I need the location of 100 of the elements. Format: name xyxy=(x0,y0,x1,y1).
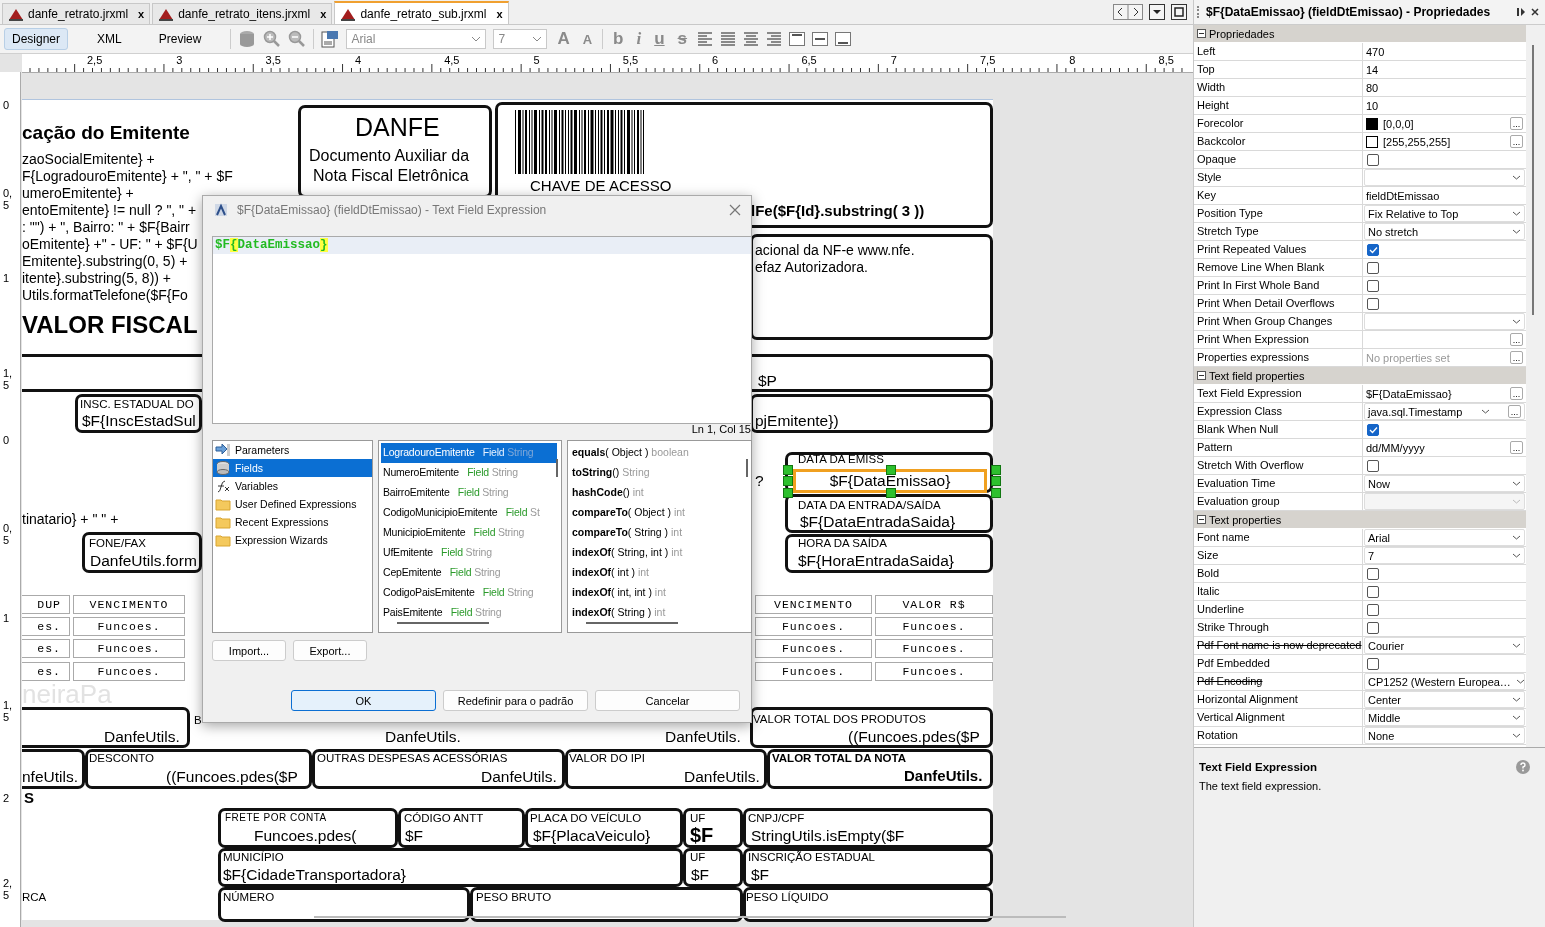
ellipsis-button[interactable]: ... xyxy=(1510,117,1523,130)
property-field[interactable]: dd/MM/yyyy ... xyxy=(1363,439,1526,456)
dialog-button[interactable]: Import... xyxy=(212,640,286,661)
ellipsis-button[interactable]: ... xyxy=(1510,387,1523,400)
close-tab-button[interactable]: x xyxy=(496,7,503,20)
checkbox[interactable] xyxy=(1367,243,1379,256)
align-icon[interactable] xyxy=(743,32,760,46)
scrollbar[interactable] xyxy=(586,622,678,624)
view-tab[interactable]: XML xyxy=(89,28,130,50)
category-item[interactable]: Fields xyxy=(213,459,372,477)
ellipsis-button[interactable]: ... xyxy=(1510,135,1523,148)
property-field[interactable]: 470 xyxy=(1363,43,1526,60)
font-size-field[interactable]: 7 xyxy=(493,29,548,49)
scrollbar[interactable] xyxy=(746,459,748,477)
scrollbar[interactable] xyxy=(556,459,558,477)
property-field[interactable]: ... xyxy=(1363,331,1526,348)
field-item[interactable]: UfEmitente Field String xyxy=(381,543,557,563)
ellipsis-button[interactable]: ... xyxy=(1508,405,1521,418)
property-field[interactable]: [0,0,0] ... xyxy=(1363,115,1526,132)
view-tab[interactable]: Designer xyxy=(4,28,69,50)
vertical-align-icon[interactable] xyxy=(835,32,852,46)
minimize-panel-icon[interactable] xyxy=(1516,7,1526,17)
method-item[interactable]: compareTo( Object ) int xyxy=(570,503,738,523)
dialog-button[interactable]: OK xyxy=(291,690,436,711)
category-item[interactable]: User Defined Expressions xyxy=(213,495,372,513)
dialog-button[interactable]: Redefinir para o padrão xyxy=(443,690,588,711)
dialog-button[interactable]: Cancelar xyxy=(595,690,740,711)
property-field[interactable]: [255,255,255] ... xyxy=(1363,133,1526,150)
method-item[interactable]: hashCode() int xyxy=(570,483,738,503)
checkbox[interactable] xyxy=(1367,297,1379,310)
property-field[interactable]: 14 xyxy=(1363,61,1526,78)
property-dropdown[interactable]: Middle xyxy=(1364,709,1525,726)
field-item[interactable]: PaisEmitente Field String xyxy=(381,603,557,618)
align-icon[interactable] xyxy=(697,32,714,46)
ellipsis-button[interactable]: ... xyxy=(1510,333,1523,346)
checkbox[interactable] xyxy=(1367,657,1379,670)
dropdown-icon[interactable] xyxy=(1149,4,1165,20)
field-item[interactable]: BairroEmitente Field String xyxy=(381,483,557,503)
property-field[interactable]: 80 xyxy=(1363,79,1526,96)
file-tab[interactable]: danfe_retrato.jrxml x xyxy=(2,3,151,24)
property-dropdown[interactable]: None xyxy=(1364,727,1525,744)
field-item[interactable]: NumeroEmitente Field String xyxy=(381,463,557,483)
property-field[interactable]: fieldDtEmissao xyxy=(1363,187,1526,204)
resize-handle[interactable] xyxy=(886,488,896,498)
method-item[interactable]: toString() String xyxy=(570,463,738,483)
selected-text-field[interactable]: $F{DataEmissao} xyxy=(793,469,987,493)
dialog-button[interactable]: Export... xyxy=(293,640,367,661)
property-dropdown[interactable]: CP1252 (Western Europea… xyxy=(1364,673,1525,690)
property-dropdown[interactable]: Fix Relative to Top xyxy=(1364,205,1525,222)
ellipsis-button[interactable]: ... xyxy=(1510,351,1523,364)
property-dropdown[interactable]: 7 xyxy=(1364,547,1525,564)
category-item[interactable]: Parameters xyxy=(213,441,372,459)
file-tab[interactable]: danfe_retrato_sub.jrxml x xyxy=(334,1,509,24)
checkbox[interactable] xyxy=(1367,585,1379,598)
zoom-out-icon[interactable] xyxy=(288,30,307,48)
method-item[interactable]: indexOf( String ) int xyxy=(570,603,738,618)
property-field[interactable]: No properties set ... xyxy=(1363,349,1526,366)
field-item[interactable]: CepEmitente Field String xyxy=(381,563,557,583)
checkbox[interactable] xyxy=(1367,567,1379,580)
method-item[interactable]: indexOf( int ) int xyxy=(570,563,738,583)
close-tab-button[interactable]: x xyxy=(320,8,327,20)
align-icon[interactable] xyxy=(766,32,783,46)
property-field[interactable]: 10 xyxy=(1363,97,1526,114)
method-item[interactable]: equals( Object ) boolean xyxy=(570,443,738,463)
method-item[interactable]: indexOf( int, int ) int xyxy=(570,583,738,603)
property-dropdown[interactable]: No stretch xyxy=(1364,223,1525,240)
scrollbar[interactable] xyxy=(314,916,1066,918)
checkbox[interactable] xyxy=(1367,153,1379,166)
method-item[interactable]: indexOf( String, int ) int xyxy=(570,543,738,563)
ellipsis-button[interactable]: ... xyxy=(1510,441,1523,454)
help-icon[interactable] xyxy=(1516,760,1530,774)
checkbox[interactable] xyxy=(1367,459,1379,472)
property-field[interactable]: $F{DataEmissao} ... xyxy=(1363,385,1526,402)
resize-handle[interactable] xyxy=(886,465,896,475)
checkbox[interactable] xyxy=(1367,261,1379,274)
close-icon[interactable] xyxy=(1531,8,1539,16)
field-item[interactable]: CodigoPaisEmitente Field String xyxy=(381,583,557,603)
section-header[interactable]: Text properties xyxy=(1194,511,1526,529)
close-tab-button[interactable]: x xyxy=(138,8,145,20)
category-item[interactable]: Expression Wizards xyxy=(213,531,372,549)
checkbox[interactable] xyxy=(1367,423,1379,436)
zoom-in-icon[interactable] xyxy=(263,30,282,48)
align-icon[interactable] xyxy=(720,32,737,46)
section-header[interactable]: Text field properties xyxy=(1194,367,1526,385)
scroll-tabs-icon[interactable] xyxy=(1113,4,1143,20)
property-dropdown[interactable]: Arial xyxy=(1364,529,1525,546)
property-dropdown[interactable]: Now xyxy=(1364,475,1525,492)
scrollbar[interactable] xyxy=(1532,45,1534,315)
checkbox[interactable] xyxy=(1367,621,1379,634)
report-settings-icon[interactable] xyxy=(321,30,340,48)
field-item[interactable]: LogradouroEmitente Field String xyxy=(381,443,557,463)
database-icon[interactable] xyxy=(238,30,257,48)
view-tab[interactable]: Preview xyxy=(150,28,210,50)
checkbox[interactable] xyxy=(1367,279,1379,292)
property-dropdown[interactable]: Courier xyxy=(1364,637,1525,654)
vertical-align-icon[interactable] xyxy=(789,32,806,46)
maximize-icon[interactable] xyxy=(1171,4,1187,20)
checkbox[interactable] xyxy=(1367,603,1379,616)
section-header[interactable]: Propriedades xyxy=(1194,25,1526,43)
method-item[interactable]: compareTo( String ) int xyxy=(570,523,738,543)
